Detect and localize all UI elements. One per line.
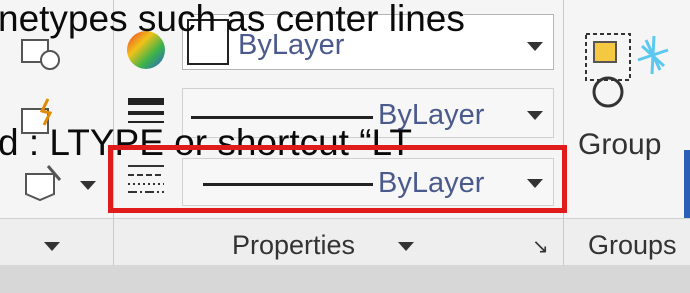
layer-dropdown-arrow-icon[interactable] [80, 181, 96, 190]
lineweight-preview-line [191, 116, 373, 119]
groups-panel-label[interactable]: Groups [588, 230, 677, 261]
group-button[interactable]: Group [572, 10, 678, 180]
panel-divider [563, 218, 564, 265]
dialog-launcher-icon[interactable]: ↘ [532, 234, 549, 258]
panel-divider [113, 218, 114, 265]
group-button-label: Group [578, 128, 662, 161]
chevron-down-icon[interactable] [527, 42, 543, 51]
highlight-box [108, 145, 567, 213]
chevron-down-icon[interactable] [527, 111, 543, 120]
chevron-down-icon[interactable] [398, 242, 414, 251]
chevron-down-icon[interactable] [44, 242, 60, 251]
group-accent-bar [684, 150, 690, 218]
group-icon [585, 33, 669, 108]
overlay-text-line-1: netypes such as center lines [0, 0, 465, 39]
layer-isolate-icon[interactable] [20, 160, 64, 204]
properties-panel-label[interactable]: Properties [232, 230, 355, 261]
bottom-strip [0, 265, 690, 293]
